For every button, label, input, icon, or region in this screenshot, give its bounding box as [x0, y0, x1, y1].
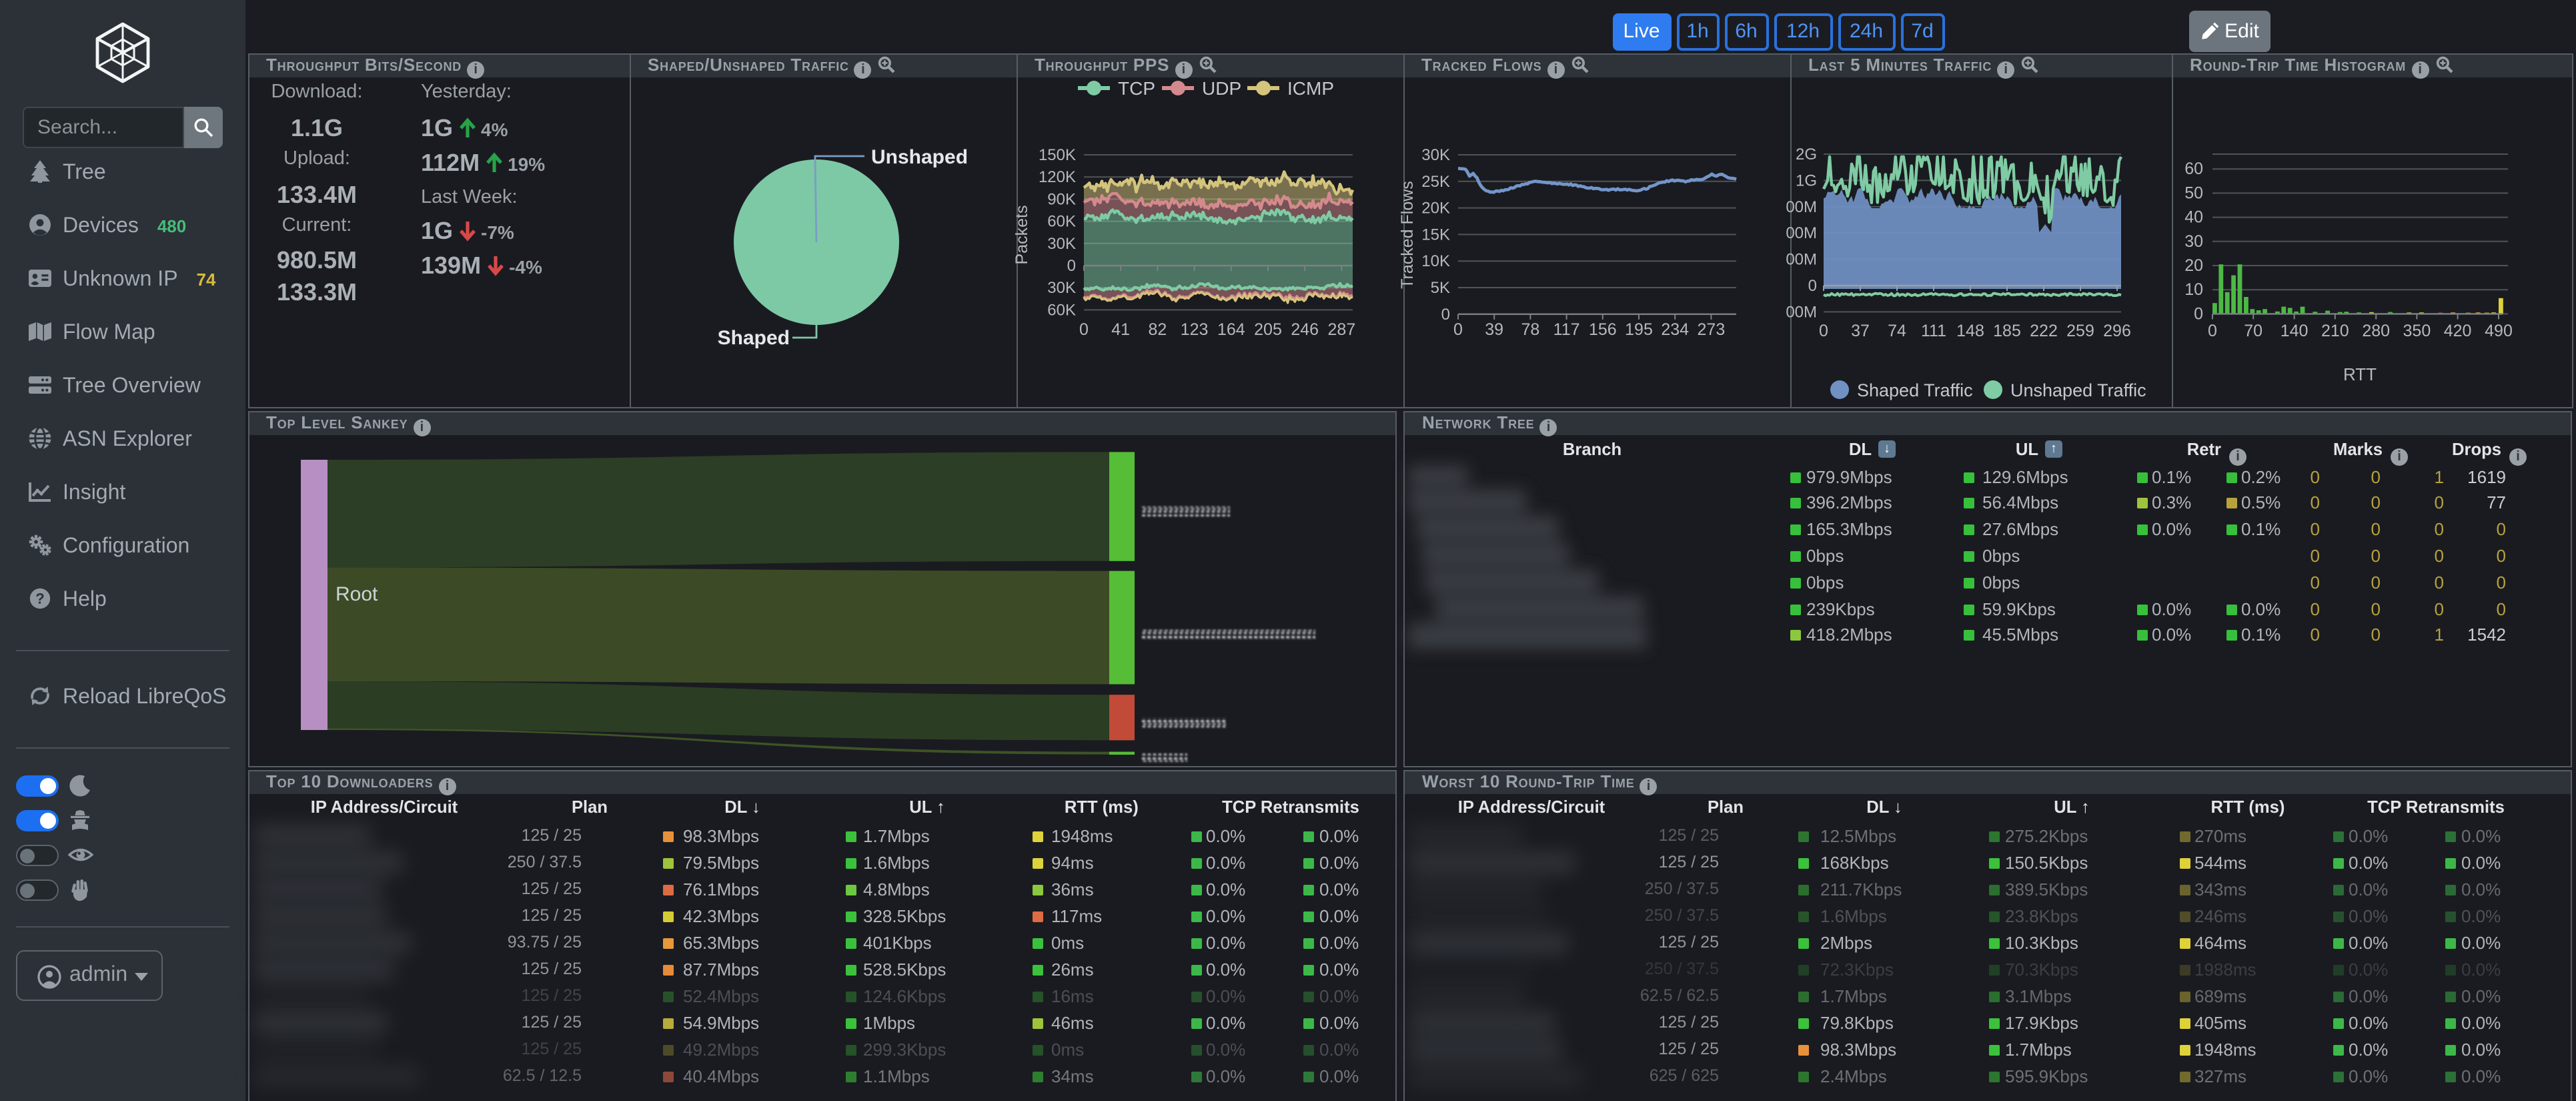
- svg-text:?: ?: [35, 589, 44, 606]
